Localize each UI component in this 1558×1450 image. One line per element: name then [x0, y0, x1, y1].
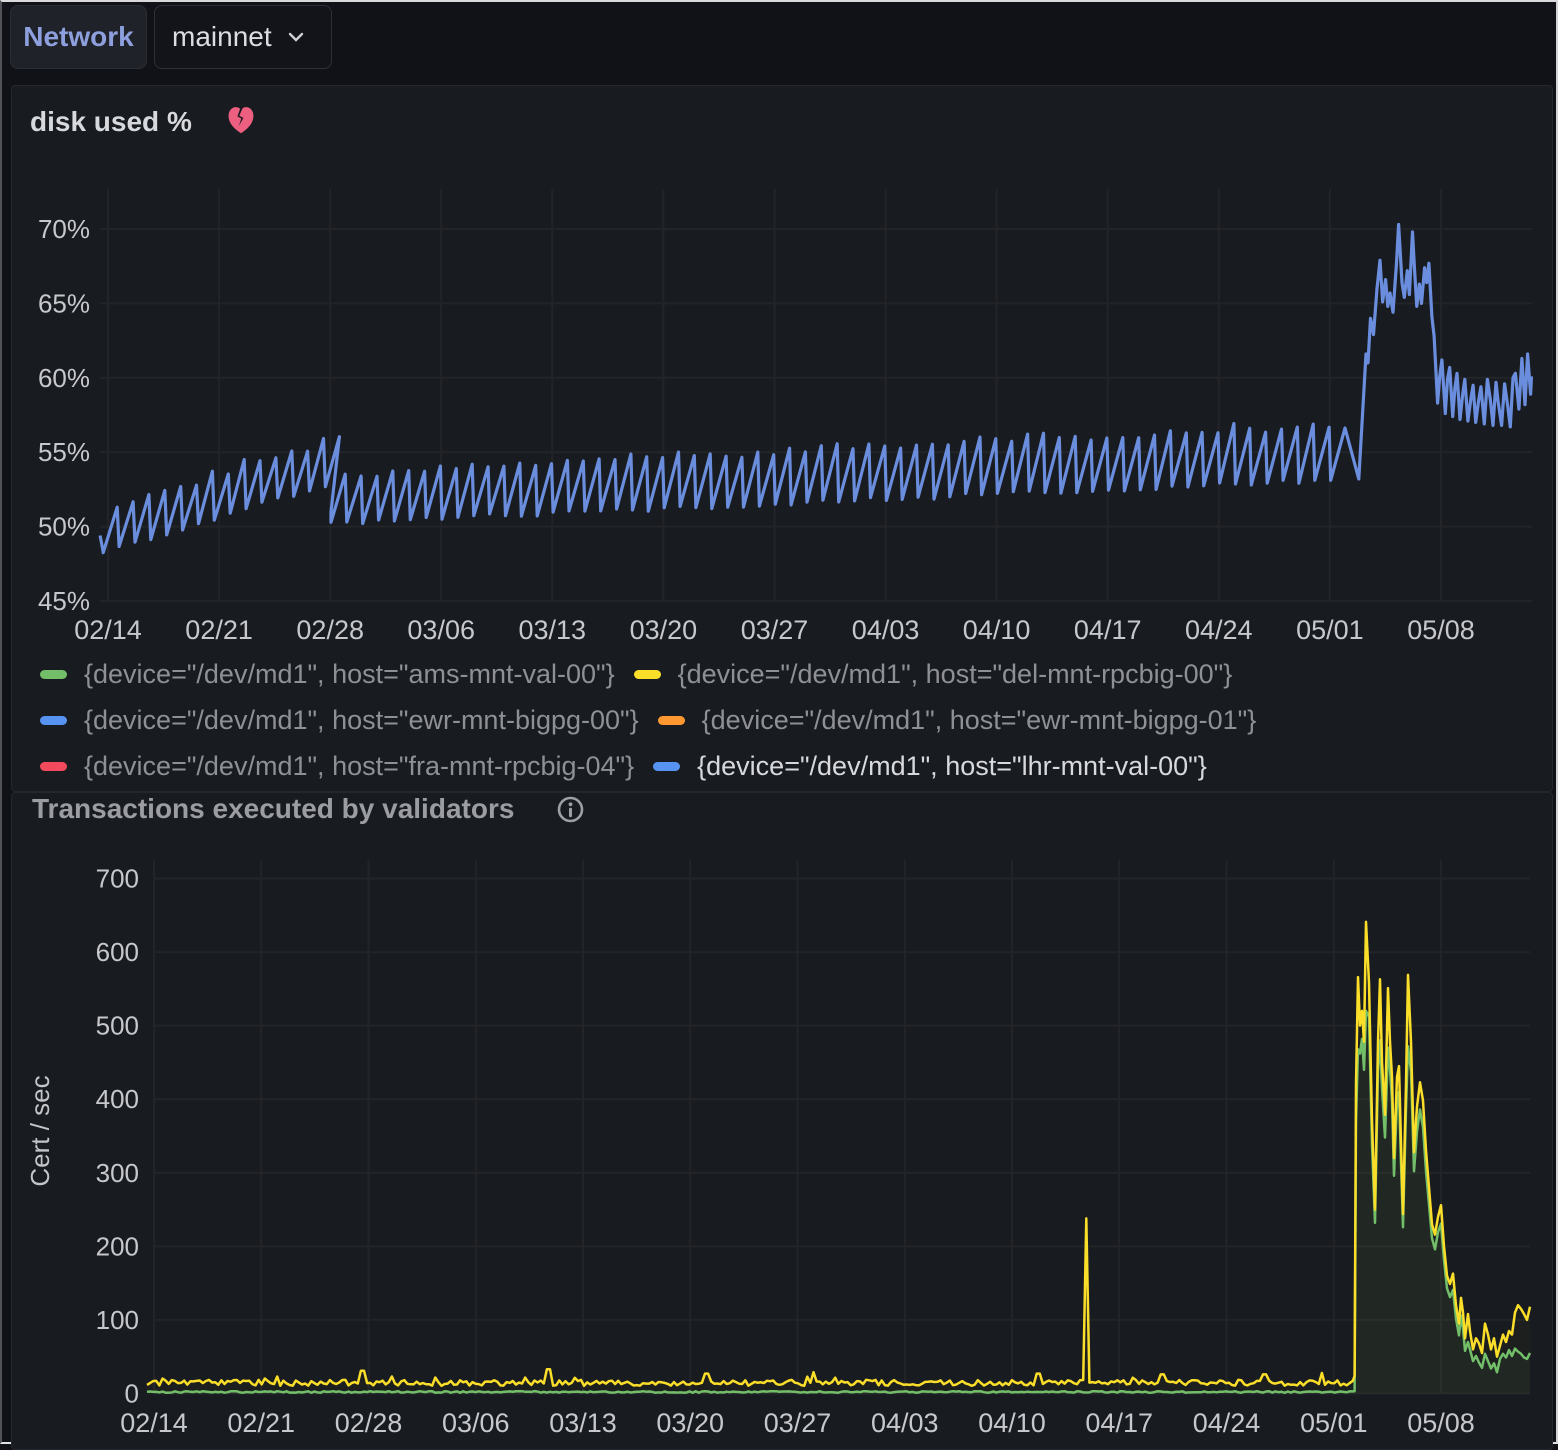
svg-text:02/21: 02/21: [185, 615, 253, 645]
svg-text:04/17: 04/17: [1074, 615, 1142, 645]
svg-text:55%: 55%: [38, 437, 90, 467]
svg-text:03/20: 03/20: [656, 1408, 724, 1438]
svg-text:400: 400: [96, 1084, 139, 1114]
svg-text:05/01: 05/01: [1300, 1408, 1368, 1438]
svg-text:Cert / sec: Cert / sec: [25, 1075, 55, 1186]
svg-text:03/27: 03/27: [764, 1408, 832, 1438]
svg-text:05/01: 05/01: [1296, 615, 1364, 645]
svg-text:02/28: 02/28: [335, 1408, 403, 1438]
svg-text:45%: 45%: [38, 586, 90, 616]
svg-text:03/06: 03/06: [407, 615, 475, 645]
svg-text:04/10: 04/10: [978, 1408, 1046, 1438]
svg-text:03/13: 03/13: [549, 1408, 617, 1438]
svg-text:02/21: 02/21: [227, 1408, 295, 1438]
svg-text:02/14: 02/14: [120, 1408, 188, 1438]
svg-text:0: 0: [125, 1379, 139, 1409]
svg-text:04/03: 04/03: [871, 1408, 939, 1438]
svg-text:02/14: 02/14: [74, 615, 142, 645]
svg-text:04/24: 04/24: [1193, 1408, 1261, 1438]
svg-text:04/03: 04/03: [852, 615, 920, 645]
svg-text:05/08: 05/08: [1407, 615, 1475, 645]
svg-text:100: 100: [96, 1305, 139, 1335]
svg-text:65%: 65%: [38, 288, 90, 318]
svg-text:05/08: 05/08: [1407, 1408, 1475, 1438]
svg-text:200: 200: [96, 1231, 139, 1261]
svg-text:02/28: 02/28: [296, 615, 364, 645]
svg-text:700: 700: [96, 864, 139, 894]
svg-text:04/24: 04/24: [1185, 615, 1253, 645]
svg-text:03/06: 03/06: [442, 1408, 510, 1438]
svg-text:300: 300: [96, 1158, 139, 1188]
svg-text:50%: 50%: [38, 512, 90, 542]
svg-text:70%: 70%: [38, 214, 90, 244]
svg-text:03/20: 03/20: [630, 615, 698, 645]
svg-text:500: 500: [96, 1011, 139, 1041]
svg-text:04/10: 04/10: [963, 615, 1031, 645]
svg-text:600: 600: [96, 937, 139, 967]
svg-text:60%: 60%: [38, 363, 90, 393]
svg-text:04/17: 04/17: [1085, 1408, 1153, 1438]
svg-text:03/27: 03/27: [741, 615, 809, 645]
svg-text:03/13: 03/13: [519, 615, 587, 645]
